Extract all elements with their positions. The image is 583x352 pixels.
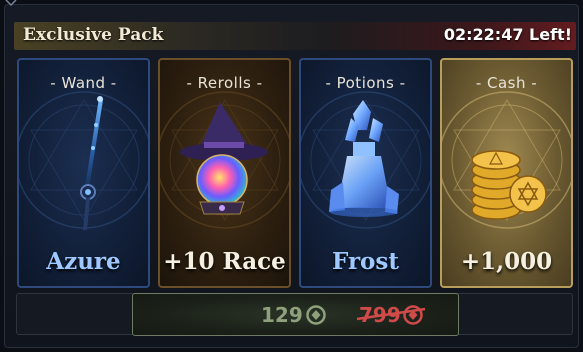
frost-potion-icon: [329, 100, 399, 217]
strikethrough-icon: [356, 307, 426, 321]
reward-card-wand[interactable]: - Wand - Azure: [17, 58, 150, 288]
card-value: +10 Race: [163, 248, 286, 275]
reward-card-rerolls[interactable]: - Rerolls - +10 Race: [158, 58, 291, 288]
reward-card-potions[interactable]: - Potions - Frost: [299, 58, 432, 288]
pack-title: Exclusive Pack: [23, 25, 164, 45]
chevron-down-icon[interactable]: [4, 0, 18, 8]
wand-icon: [80, 96, 103, 230]
card-value: Azure: [46, 248, 121, 275]
buy-button[interactable]: 129 799: [132, 293, 459, 336]
reward-card-cash[interactable]: - Cash - +1,000: [440, 58, 573, 288]
gold-coins-icon: [471, 150, 547, 220]
card-value: +1,000: [460, 248, 553, 275]
card-value: Frost: [332, 248, 399, 275]
countdown-timer: 02:22:47 Left!: [443, 25, 572, 44]
current-price: 129: [261, 303, 303, 327]
pack-header: Exclusive Pack 02:22:47 Left!: [14, 22, 576, 50]
gem-coin-icon: [306, 305, 326, 325]
wizard-hat-crystal-ball-icon: [180, 102, 268, 215]
